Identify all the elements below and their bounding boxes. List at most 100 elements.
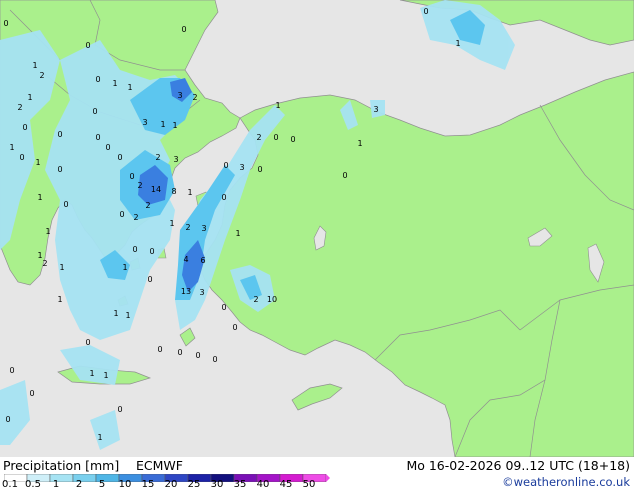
value-label: 0: [257, 165, 262, 174]
value-label: 1: [32, 61, 37, 70]
value-label: 3: [199, 288, 204, 297]
value-label: 0: [223, 161, 228, 170]
value-label: 2: [145, 201, 150, 210]
value-label: 1: [37, 193, 42, 202]
legend-footer: Precipitation [mm] ECMWF Mo 16-02-2026 0…: [0, 457, 634, 490]
value-label: 0: [273, 133, 278, 142]
value-label: 0: [105, 143, 110, 152]
value-label: 0: [132, 245, 137, 254]
color-scale-tick-label: 10: [118, 479, 132, 490]
value-label: 0: [3, 19, 8, 28]
value-label: 6: [200, 256, 205, 265]
value-label: 1: [125, 311, 130, 320]
value-label: 0: [212, 355, 217, 364]
value-label: 0: [157, 345, 162, 354]
color-scale-tick-label: 0.1: [2, 479, 18, 490]
value-label: 1: [59, 263, 64, 272]
value-label: 0: [342, 171, 347, 180]
value-label: 0: [29, 389, 34, 398]
value-label: 13: [181, 287, 191, 296]
value-label: 2: [192, 93, 197, 102]
value-label: 1: [89, 369, 94, 378]
value-label: 0: [85, 338, 90, 347]
value-label: 14: [151, 185, 161, 194]
color-scale-tick-label: 15: [141, 479, 155, 490]
credit-link[interactable]: ©weatheronline.co.uk: [502, 475, 630, 489]
value-label: 1: [357, 139, 362, 148]
value-label: 0: [57, 130, 62, 139]
value-label: 0: [221, 193, 226, 202]
value-label: 2: [256, 133, 261, 142]
value-label: 0: [149, 247, 154, 256]
value-label: 0: [119, 210, 124, 219]
value-label: 2: [133, 213, 138, 222]
color-scale-tick-label: 1: [52, 479, 60, 490]
color-scale-tick-label: 35: [233, 479, 247, 490]
value-label: 0: [22, 123, 27, 132]
value-label: 1: [172, 121, 177, 130]
color-scale-arrow: [326, 474, 330, 482]
value-label: 3: [177, 91, 182, 100]
map-title: Precipitation [mm]: [3, 458, 120, 473]
value-label: 0: [5, 415, 10, 424]
value-label: 0: [195, 351, 200, 360]
value-label: 0: [147, 275, 152, 284]
value-label: 0: [57, 165, 62, 174]
color-scale-tick-label: 0.5: [25, 479, 41, 490]
value-label: 0: [92, 107, 97, 116]
color-scale-tick-label: 30: [210, 479, 224, 490]
value-label: 1: [112, 79, 117, 88]
color-scale-tick-label: 20: [164, 479, 178, 490]
value-label: 4: [183, 255, 188, 264]
value-label: 0: [117, 405, 122, 414]
value-label: 3: [173, 155, 178, 164]
value-label: 0: [117, 153, 122, 162]
value-label: 2: [137, 181, 142, 190]
color-scale-tick-label: 25: [187, 479, 201, 490]
value-label: 1: [235, 229, 240, 238]
value-label: 0: [9, 366, 14, 375]
value-label: 2: [17, 103, 22, 112]
value-label: 0: [95, 133, 100, 142]
value-label: 0: [95, 75, 100, 84]
value-label: 1: [35, 158, 40, 167]
value-label: 1: [455, 39, 460, 48]
value-label: 2: [42, 259, 47, 268]
value-label: 0: [177, 348, 182, 357]
value-label: 3: [201, 224, 206, 233]
value-label: 2: [39, 71, 44, 80]
value-label: 1: [103, 371, 108, 380]
color-scale-tick-label: 40: [256, 479, 270, 490]
value-label: 0: [63, 200, 68, 209]
value-label: 2: [253, 295, 258, 304]
value-label: 8: [171, 187, 176, 196]
value-label: 1: [122, 263, 127, 272]
value-label: 1: [27, 93, 32, 102]
value-label: 0: [290, 135, 295, 144]
value-label: 2: [155, 153, 160, 162]
value-label: 1: [9, 143, 14, 152]
valid-time: Mo 16-02-2026 09..12 UTC (18+18): [406, 458, 630, 473]
value-label: 3: [142, 118, 147, 127]
value-label: 1: [45, 227, 50, 236]
value-label: 1: [97, 433, 102, 442]
value-label: 0: [232, 323, 237, 332]
value-label: 10: [267, 295, 277, 304]
value-label: 0: [19, 153, 24, 162]
value-label: 0: [181, 25, 186, 34]
value-label: 1: [275, 101, 280, 110]
color-scale-tick-label: 45: [279, 479, 293, 490]
color-scale-tick-label: 2: [75, 479, 83, 490]
value-label: 1: [127, 83, 132, 92]
value-label: 0: [423, 7, 428, 16]
value-label: 0: [221, 303, 226, 312]
value-label: 0: [129, 172, 134, 181]
value-label: 1: [57, 295, 62, 304]
value-label: 2: [185, 223, 190, 232]
precipitation-map: 0 1 2 1 2 0 1 0 1 1 0 0 1 1 3 2 3 1 1 0 …: [0, 0, 634, 457]
value-label: 1: [169, 219, 174, 228]
color-scale-tick-label: 5: [98, 479, 106, 490]
model-name: ECMWF: [136, 458, 183, 473]
value-label: 3: [239, 163, 244, 172]
value-label: 3: [373, 105, 378, 114]
